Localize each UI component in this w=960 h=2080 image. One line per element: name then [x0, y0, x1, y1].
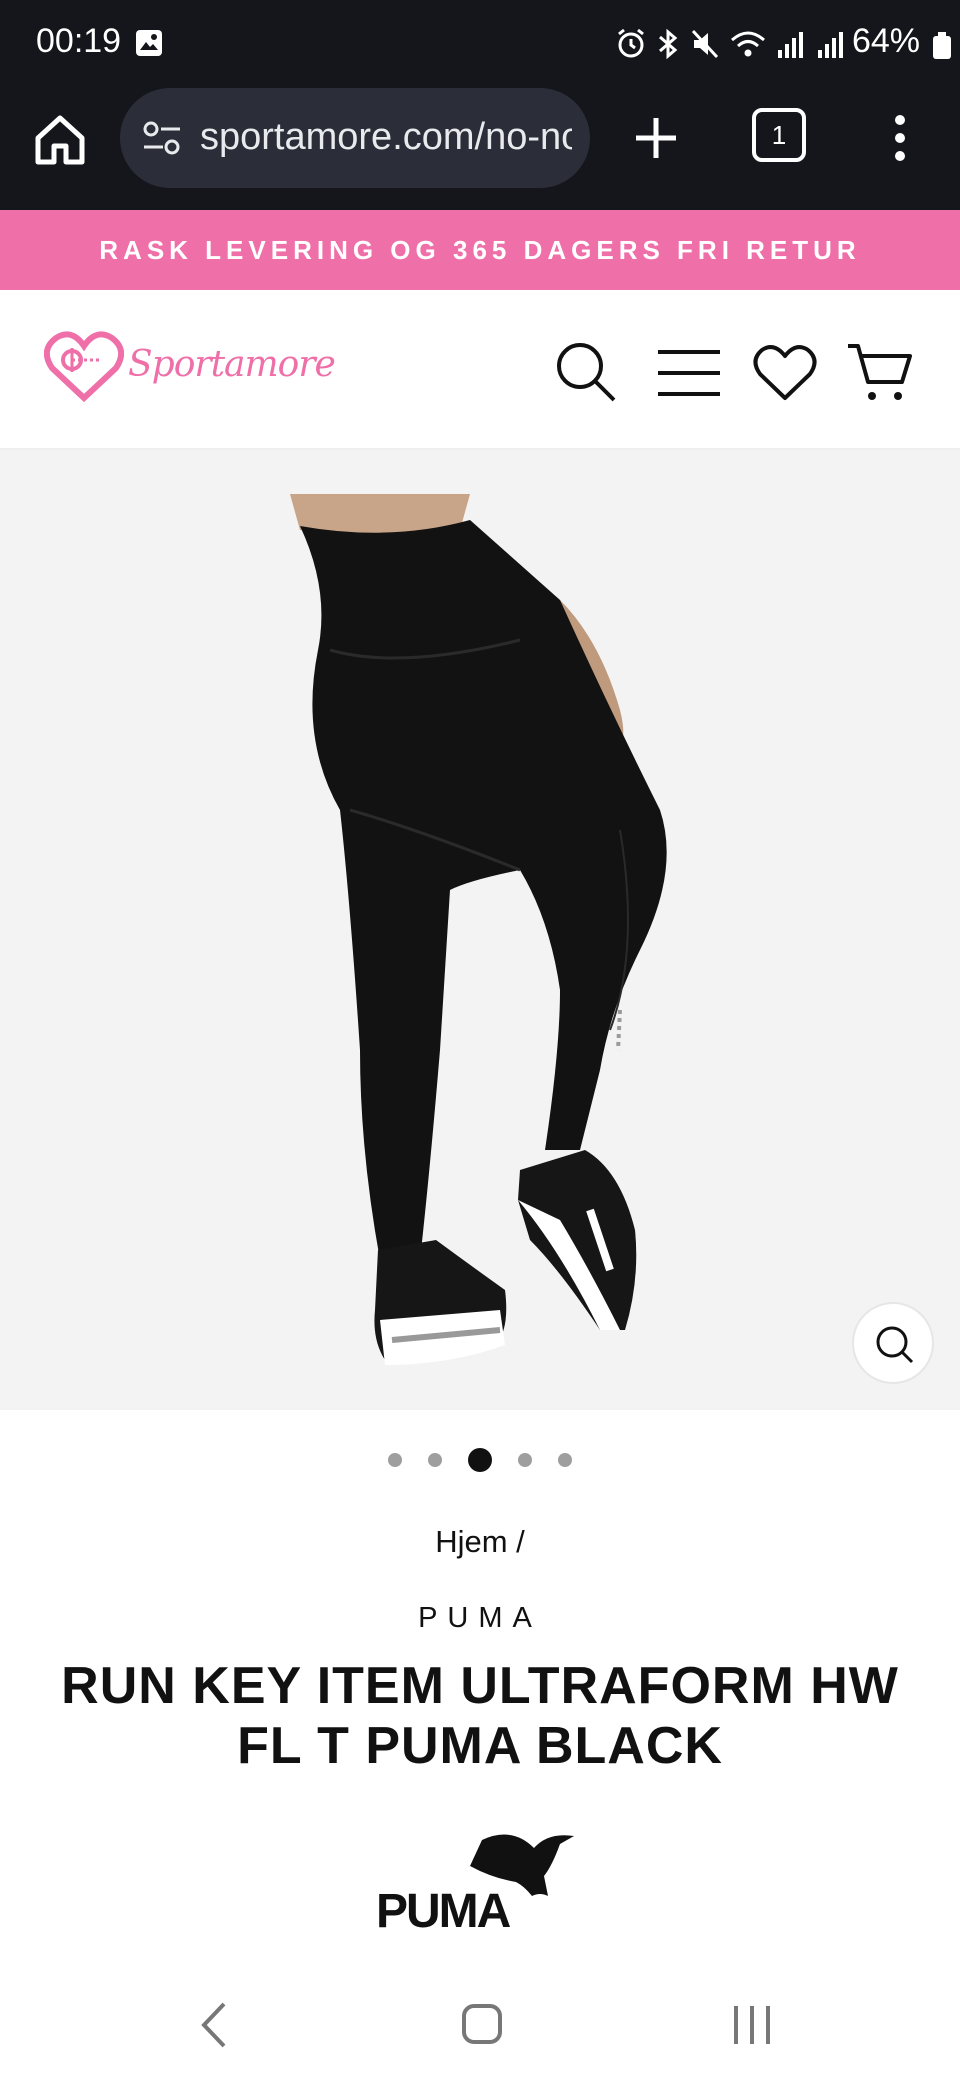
status-time: 00:19 [36, 22, 122, 60]
product-title: RUN KEY ITEM ULTRAFORM HW FL T PUMA BLAC… [61, 1657, 899, 1775]
gallery-notification-icon [136, 30, 162, 56]
system-nav-bar [0, 1966, 960, 2080]
logo-text: Sportamore [128, 344, 336, 385]
breadcrumb[interactable]: Hjem / [0, 1524, 960, 1560]
cart-icon[interactable] [846, 340, 912, 406]
browser-toolbar: sportamore.com/no-no 1 [0, 88, 960, 210]
product-image[interactable] [0, 450, 960, 1410]
url-text[interactable]: sportamore.com/no-no [200, 116, 572, 159]
alarm-icon [618, 28, 644, 58]
carousel-dot-2[interactable] [428, 1453, 442, 1467]
more-vert-icon[interactable] [880, 108, 920, 168]
carousel-dots [0, 1448, 960, 1472]
sportamore-logo[interactable]: Sportamore [44, 330, 336, 410]
carousel-dot-3[interactable] [468, 1448, 492, 1472]
site-header: Sportamore [0, 290, 960, 450]
wifi-icon [731, 31, 765, 57]
bluetooth-icon [659, 28, 678, 60]
carousel-dot-4[interactable] [518, 1453, 532, 1467]
carousel-dot-5[interactable] [558, 1453, 572, 1467]
back-icon[interactable] [186, 2000, 246, 2050]
menu-icon[interactable] [656, 340, 722, 406]
puma-wordmark: PUMA [376, 1885, 511, 1938]
status-icons [616, 26, 846, 62]
product-brand[interactable]: PUMA [0, 1602, 960, 1635]
carousel-dot-1[interactable] [388, 1453, 402, 1467]
mute-icon [691, 29, 719, 59]
signal-icon [778, 32, 803, 58]
puma-logo[interactable]: PUMA [372, 1826, 588, 1946]
plus-icon[interactable] [628, 110, 684, 166]
status-bar: 00:19 64% [0, 0, 960, 88]
promo-banner[interactable]: RASK LEVERING OG 365 DAGERS FRI RETUR [0, 210, 960, 290]
zoom-button[interactable] [852, 1302, 934, 1384]
tabs-button[interactable]: 1 [752, 108, 806, 162]
address-bar[interactable]: sportamore.com/no-no [120, 88, 590, 188]
product-photo [290, 494, 667, 1365]
battery-percent: 64% [851, 22, 920, 60]
tune-icon[interactable] [142, 120, 182, 156]
recents-icon[interactable] [722, 2000, 782, 2050]
home-icon[interactable] [30, 110, 90, 170]
heart-icon[interactable] [752, 340, 818, 406]
battery-icon [933, 32, 951, 59]
heart-logo-icon [44, 331, 124, 403]
zoom-icon [876, 1326, 914, 1364]
home-nav-icon[interactable] [452, 2000, 512, 2050]
search-icon[interactable] [554, 340, 620, 406]
signal-2-icon [818, 32, 843, 58]
